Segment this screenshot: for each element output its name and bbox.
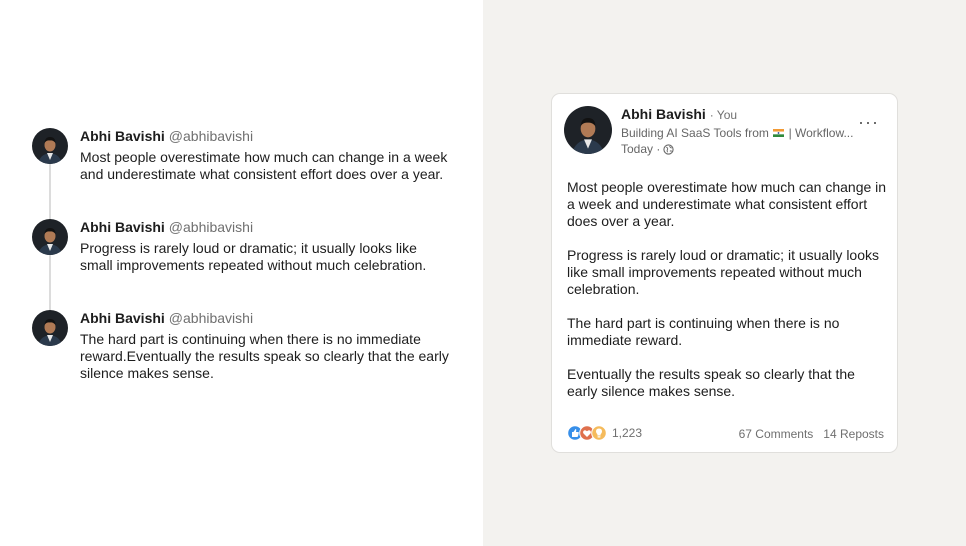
author-name[interactable]: Abhi Bavishi [80, 310, 165, 326]
avatar[interactable] [32, 310, 68, 346]
headline-text: Building AI SaaS Tools from [621, 126, 769, 140]
reaction-icons[interactable] [567, 425, 607, 441]
avatar[interactable] [32, 128, 68, 164]
avatar[interactable] [32, 219, 68, 255]
post-footer: 1,223 67 Comments 14 Reposts [567, 425, 884, 443]
comments-count[interactable]: 67 Comments [739, 427, 814, 441]
post-paragraph: The hard part is continuing when there i… [567, 315, 840, 348]
author-name[interactable]: Abhi Bavishi [80, 128, 165, 144]
linkedin-post-card: Abhi Bavishi · You Building AI SaaS Tool… [551, 93, 898, 453]
post-text: The hard part is continuing when there i… [80, 331, 449, 381]
author-handle[interactable]: @abhibavishi [169, 310, 253, 326]
author-name[interactable]: Abhi Bavishi [80, 219, 165, 235]
post-text: Most people overestimate how much can ch… [80, 149, 448, 182]
author-name[interactable]: Abhi Bavishi [621, 106, 706, 122]
post-header: Abhi Bavishi · You Building AI SaaS Tool… [621, 105, 861, 157]
post-paragraph: Most people overestimate how much can ch… [567, 179, 887, 229]
post-paragraph: Progress is rarely loud or dramatic; it … [567, 247, 880, 297]
reposts-count[interactable]: 14 Reposts [823, 427, 884, 441]
post-body: Most people overestimate how much can ch… [567, 179, 887, 417]
ellipsis-icon[interactable]: ··· [858, 113, 879, 131]
post-time-label: Today · [621, 142, 661, 156]
headline-text: | Workflow... [788, 126, 854, 140]
author-handle[interactable]: @abhibavishi [169, 219, 253, 235]
reaction-count[interactable]: 1,223 [612, 425, 642, 441]
post-paragraph: Eventually the results speak so clearly … [567, 366, 855, 399]
india-flag-icon [773, 128, 785, 137]
globe-icon [663, 143, 674, 155]
insightful-reaction-icon [591, 425, 607, 441]
post-text: Progress is rarely loud or dramatic; it … [80, 240, 427, 273]
avatar[interactable] [564, 106, 612, 154]
post-stats: 67 Comments 14 Reposts [729, 426, 884, 442]
author-headline: Building AI SaaS Tools from | Workflow..… [621, 125, 861, 141]
you-label: · You [709, 108, 738, 122]
post-time: Today · [621, 141, 861, 157]
author-handle[interactable]: @abhibavishi [169, 128, 253, 144]
